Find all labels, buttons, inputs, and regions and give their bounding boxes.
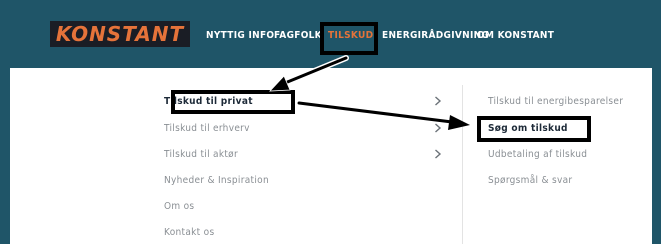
annotation-arrows (269, 55, 470, 130)
